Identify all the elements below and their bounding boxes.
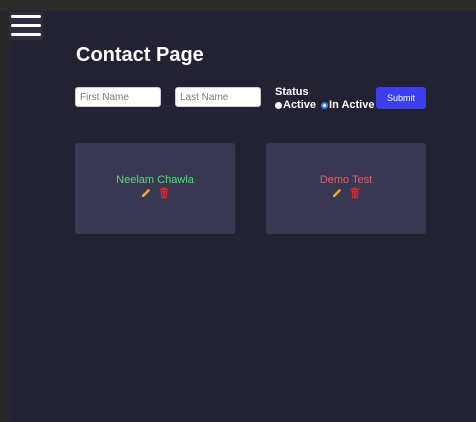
trash-icon[interactable] — [158, 187, 170, 199]
status-inactive-label: In Active — [329, 99, 375, 111]
status-label: Status — [275, 86, 309, 98]
last-name-input[interactable] — [175, 87, 261, 107]
card-actions — [75, 187, 235, 199]
card-actions — [266, 187, 426, 199]
contact-name: Demo Test — [319, 174, 373, 186]
radio-unchecked-icon[interactable] — [275, 101, 282, 109]
status-active-label: Active — [283, 99, 317, 111]
page-title: Contact Page — [76, 44, 204, 66]
trash-icon[interactable] — [349, 187, 361, 199]
contact-name: Neelam Chawla — [116, 174, 194, 186]
contact-card: Neelam Chawla — [75, 143, 235, 234]
status-radio-group: Status Active In Active — [275, 86, 379, 111]
pencil-icon[interactable] — [331, 187, 343, 199]
contact-card: Demo Test — [266, 143, 426, 234]
submit-button[interactable]: Submit — [376, 87, 426, 109]
left-rail — [0, 11, 10, 422]
first-name-input[interactable] — [75, 87, 161, 107]
radio-checked-icon[interactable] — [321, 101, 329, 109]
top-bar — [0, 0, 476, 11]
status-active-radio[interactable]: Active — [275, 99, 316, 111]
hamburger-menu-icon[interactable] — [9, 12, 43, 40]
status-inactive-radio[interactable]: In Active — [321, 99, 374, 111]
pencil-icon[interactable] — [140, 187, 152, 199]
